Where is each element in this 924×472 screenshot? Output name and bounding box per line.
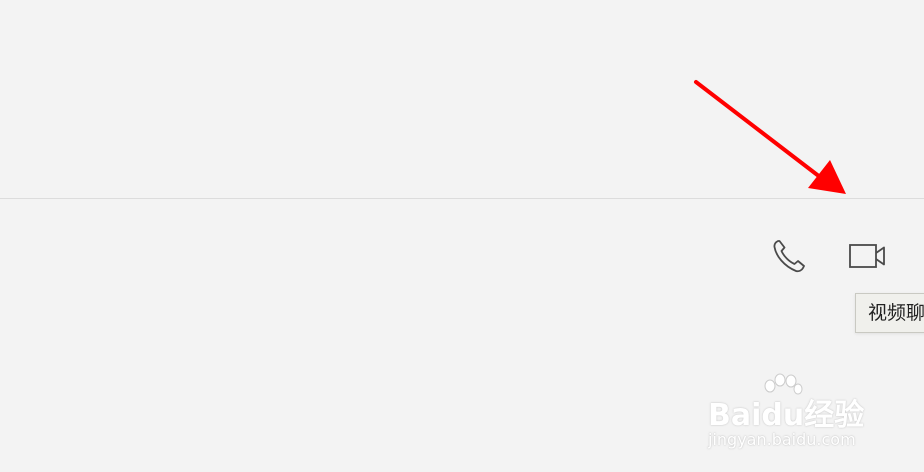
video-call-tooltip: 视频聊	[855, 293, 924, 333]
chat-window: 视频聊 Baidu经验 jingyan.baidu.com	[0, 0, 924, 472]
paw-icon	[764, 373, 803, 395]
phone-icon	[773, 240, 805, 273]
watermark-title: Baidu经验	[708, 398, 865, 433]
input-area-divider	[0, 198, 924, 199]
voice-call-button[interactable]	[767, 236, 811, 276]
video-camera-icon	[849, 244, 885, 268]
baidu-watermark: Baidu经验 jingyan.baidu.com	[704, 372, 884, 456]
watermark-url: jingyan.baidu.com	[708, 430, 856, 449]
video-call-button[interactable]	[847, 236, 891, 276]
